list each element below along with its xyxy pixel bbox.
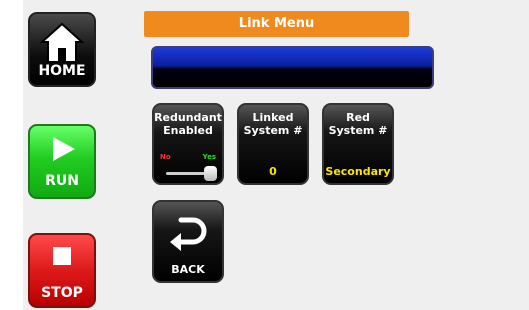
toggle-knob[interactable] [204, 166, 217, 181]
redundant-enabled-toggle[interactable]: Redundant Enabled No Yes [152, 103, 224, 185]
display-field [151, 46, 434, 89]
run-label: RUN [45, 173, 79, 189]
linked-system-value: 0 [269, 165, 277, 178]
tile-title: Red System # [328, 111, 388, 137]
play-icon [30, 134, 94, 167]
home-button[interactable]: HOME [28, 12, 96, 87]
page-title: Link Menu [144, 11, 409, 37]
run-button[interactable]: RUN [28, 124, 96, 199]
tile-title: Redundant Enabled [154, 111, 222, 137]
toggle-on-label: Yes [202, 153, 216, 161]
back-arrow-icon [154, 212, 222, 255]
stop-button[interactable]: STOP [28, 233, 96, 308]
linked-system-number-button[interactable]: Linked System # 0 [237, 103, 309, 185]
home-icon [30, 22, 94, 67]
stop-label: STOP [41, 285, 83, 301]
back-button[interactable]: BACK [152, 200, 224, 283]
home-label: HOME [38, 63, 86, 79]
red-system-value: Secondary [325, 165, 391, 178]
red-system-number-button[interactable]: Red System # Secondary [322, 103, 394, 185]
toggle-off-label: No [160, 153, 171, 161]
tile-title: Linked System # [243, 111, 303, 137]
stop-icon [30, 244, 94, 273]
back-label: BACK [171, 263, 205, 276]
